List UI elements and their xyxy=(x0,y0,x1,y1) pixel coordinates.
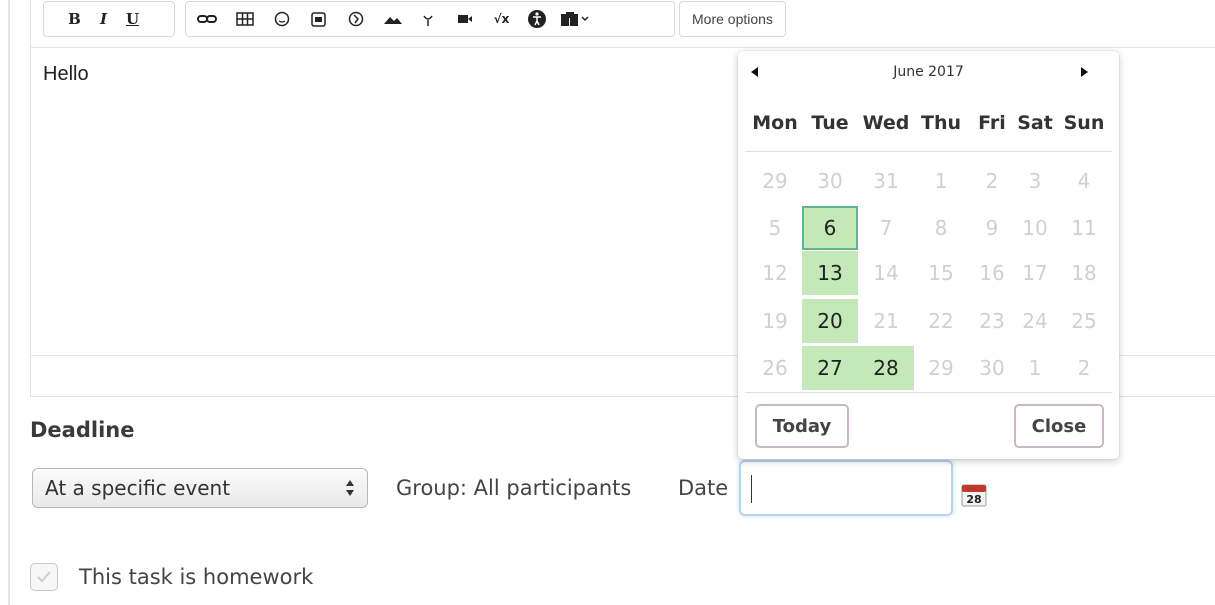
calendar-day-disabled: 30 xyxy=(979,356,1005,380)
datepicker-divider xyxy=(745,151,1112,152)
image-icon[interactable] xyxy=(378,4,407,34)
calendar-day-disabled: 29 xyxy=(928,356,954,380)
weekday-header: Sun xyxy=(1063,112,1105,134)
calendar-day-disabled: 3 xyxy=(1028,169,1042,193)
calendar-day-disabled: 1 xyxy=(1028,356,1042,380)
calendar-day-disabled: 7 xyxy=(879,216,893,240)
calendar-day-disabled: 16 xyxy=(979,261,1005,285)
link-icon[interactable] xyxy=(192,4,221,34)
underline-button[interactable]: U xyxy=(118,4,147,34)
calendar-day-disabled: 25 xyxy=(1071,309,1097,333)
calendar-day-disabled: 21 xyxy=(873,309,899,333)
globe-icon[interactable] xyxy=(341,4,370,34)
more-options-button[interactable]: More options xyxy=(679,1,786,37)
page-left-border xyxy=(8,0,10,605)
deadline-type-select[interactable]: At a specific event xyxy=(32,468,368,508)
calendar-day-disabled: 12 xyxy=(762,261,788,285)
weekday-header: Mon xyxy=(752,112,798,134)
weekday-header: Tue xyxy=(811,112,849,134)
calendar-day-disabled: 22 xyxy=(928,309,954,333)
calendar-day-available[interactable]: 28 xyxy=(858,346,914,390)
calendar-day-disabled: 11 xyxy=(1071,216,1097,240)
calendar-day-disabled: 24 xyxy=(1022,309,1048,333)
calendar-day-available[interactable]: 20 xyxy=(802,299,858,343)
microphone-icon[interactable] xyxy=(413,4,442,34)
calendar-day-disabled: 23 xyxy=(979,309,1005,333)
calendar-day-disabled: 4 xyxy=(1077,169,1091,193)
insert-button-group: √x xyxy=(185,1,675,37)
calendar-day-disabled: 17 xyxy=(1022,261,1048,285)
calendar-icon-day: 28 xyxy=(966,493,981,506)
date-label: Date xyxy=(678,476,729,500)
text-cursor xyxy=(751,475,752,503)
deadline-heading: Deadline xyxy=(30,418,135,442)
video-icon[interactable] xyxy=(450,4,479,34)
weekday-header: Sat xyxy=(1017,112,1053,134)
bold-button[interactable]: B xyxy=(60,4,89,34)
table-icon[interactable] xyxy=(230,4,259,34)
date-input[interactable] xyxy=(739,460,953,516)
emoticon-icon[interactable] xyxy=(267,4,296,34)
equation-icon[interactable]: √x xyxy=(487,4,516,34)
format-button-group: B I U xyxy=(43,1,175,37)
calendar-day-available[interactable]: 13 xyxy=(802,251,858,295)
deadline-type-value: At a specific event xyxy=(45,476,231,500)
calendar-day-disabled: 2 xyxy=(1077,356,1091,380)
calendar-icon[interactable]: 28 xyxy=(961,481,987,507)
italic-button[interactable]: I xyxy=(89,4,118,34)
calendar-day-disabled: 19 xyxy=(762,309,788,333)
calendar-day-available[interactable]: 27 xyxy=(802,346,858,390)
calendar-day-disabled: 26 xyxy=(762,356,788,380)
calendar-day-disabled: 1 xyxy=(934,169,948,193)
calendar-day-disabled: 29 xyxy=(762,169,788,193)
calendar-day-disabled: 10 xyxy=(1022,216,1048,240)
calendar-day-disabled: 14 xyxy=(873,261,899,285)
weekday-header: Thu xyxy=(920,112,961,134)
calendar-day-disabled: 18 xyxy=(1071,261,1097,285)
accessibility-icon[interactable] xyxy=(522,4,551,34)
editor-toolbar: B I U √x More options xyxy=(31,0,1215,48)
homework-checkbox[interactable] xyxy=(30,563,58,591)
calendar-day-available[interactable]: 6 xyxy=(802,206,858,250)
calendar-day-disabled: 15 xyxy=(928,261,954,285)
datepicker-divider xyxy=(745,392,1112,393)
next-month-icon[interactable] xyxy=(1081,67,1088,77)
calendar-day-disabled: 2 xyxy=(985,169,999,193)
calendar-day-disabled: 9 xyxy=(985,216,999,240)
calendar-day-disabled: 31 xyxy=(873,169,899,193)
calendar-day-disabled: 30 xyxy=(817,169,843,193)
weekday-header: Wed xyxy=(862,112,910,134)
calendar-day-disabled: 5 xyxy=(768,216,782,240)
datepicker-popup: June 2017 Today Close Mon Tue Wed Thu Fri Sat… xyxy=(738,51,1119,459)
select-arrows-icon xyxy=(345,478,355,500)
media-icon[interactable] xyxy=(304,4,333,34)
datepicker-month-title: June 2017 xyxy=(893,64,964,80)
homework-label[interactable]: This task is homework xyxy=(79,565,313,589)
editor-text-area[interactable]: Hello xyxy=(43,63,89,86)
today-button[interactable]: Today xyxy=(755,404,849,448)
checkmark-icon xyxy=(37,571,51,583)
more-tools-icon[interactable] xyxy=(557,4,593,34)
calendar-day-disabled: 8 xyxy=(934,216,948,240)
group-label: Group: All participants xyxy=(396,476,632,500)
close-button[interactable]: Close xyxy=(1014,404,1104,448)
